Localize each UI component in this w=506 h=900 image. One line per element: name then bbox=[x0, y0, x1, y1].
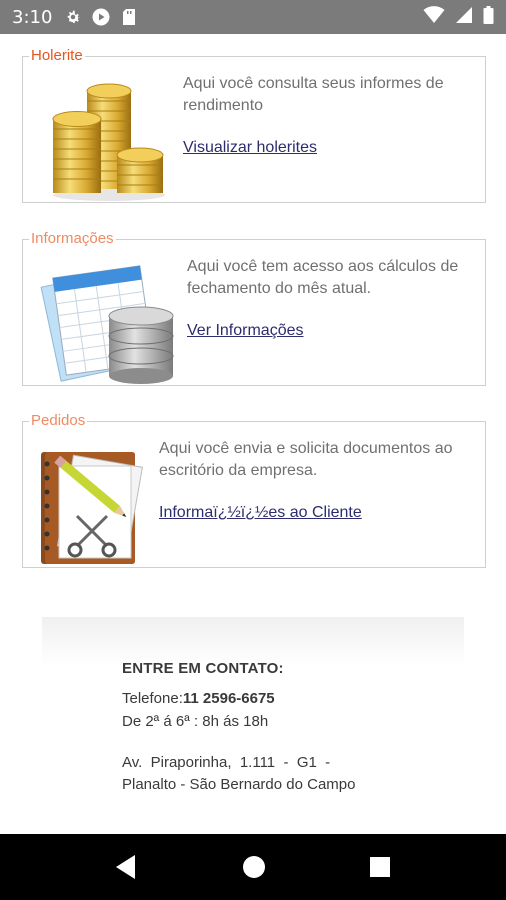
coins-icon bbox=[47, 81, 167, 208]
panel-description: Aqui você consulta seus informes de rend… bbox=[183, 75, 444, 114]
panel-title: Pedidos bbox=[29, 411, 88, 431]
panel-holerite: Holerite Aqui você consulta seus informe… bbox=[22, 46, 486, 203]
contact-address-line2: Planalto - São Bernardo do Campo bbox=[122, 776, 356, 793]
panel-title: Holerite bbox=[29, 46, 85, 66]
contact-section: ENTRE EM CONTATO: Telefone:11 2596-6675 … bbox=[42, 617, 464, 817]
app-screen: 3:10 Holerite Aqui você consulta seus in… bbox=[0, 0, 506, 900]
spreadsheet-database-icon bbox=[29, 260, 179, 389]
play-protect-icon bbox=[92, 8, 110, 26]
panel-title: Informações bbox=[29, 229, 116, 249]
back-icon[interactable] bbox=[115, 854, 137, 885]
status-time: 3:10 bbox=[12, 6, 53, 28]
status-bar: 3:10 bbox=[0, 0, 506, 34]
gear-icon bbox=[64, 8, 82, 26]
signal-icon bbox=[455, 6, 473, 29]
panel-informacoes: Informações Aqui você tem acesso aos cál… bbox=[22, 229, 486, 389]
notebook-pencil-scissors-icon bbox=[37, 446, 147, 571]
status-right bbox=[423, 5, 494, 29]
contact-hours: De 2ª á 6ª : 8h ás 18h bbox=[122, 713, 269, 730]
contact-title: ENTRE EM CONTATO: bbox=[122, 660, 284, 677]
informacoes-ao-cliente-link[interactable]: Informaï¿½ï¿½es ao Cliente bbox=[159, 504, 362, 522]
phone-label: Telefone: bbox=[122, 690, 183, 707]
contact-phone: Telefone:11 2596-6675 bbox=[122, 690, 275, 707]
ver-informacoes-link[interactable]: Ver Informações bbox=[187, 322, 304, 340]
sd-card-icon bbox=[120, 8, 138, 26]
panel-description: Aqui você tem acesso aos cálculos de fec… bbox=[187, 258, 459, 297]
battery-icon bbox=[483, 5, 494, 29]
wifi-icon bbox=[423, 5, 445, 29]
visualizar-holerites-link[interactable]: Visualizar holerites bbox=[183, 139, 317, 157]
recents-icon[interactable] bbox=[369, 854, 391, 885]
phone-value: 11 2596-6675 bbox=[182, 690, 275, 707]
contact-address-line1: Av. Piraporinha, 1.111 - G1 - bbox=[122, 754, 331, 771]
navigation-bar bbox=[0, 834, 506, 900]
panel-description: Aqui você envia e solicita documentos ao… bbox=[159, 440, 453, 479]
home-icon[interactable] bbox=[242, 854, 266, 885]
panel-pedidos: Pedidos Aqui você envia e solicita docum… bbox=[22, 411, 486, 571]
